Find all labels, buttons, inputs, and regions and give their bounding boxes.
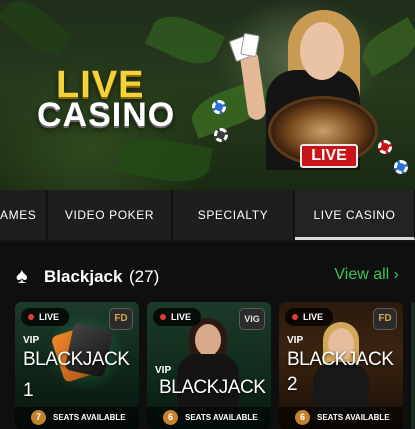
provider-logo-icon: VIG [239,308,265,330]
casino-chip-icon [394,160,408,174]
live-dot-icon [292,314,298,320]
vip-label: VIP [155,365,172,376]
vip-label: VIP [23,335,40,346]
game-card-blackjack-1[interactable]: LIVE FD VIP BLACKJACK 1 7 SEATS AVAILABL… [15,302,139,429]
hero-title-casino: CASINO [37,96,176,134]
seats-label: SEATS AVAILABLE [317,413,390,422]
blackjack-section-header: ♠ Blackjack (27) View all › [0,262,415,292]
live-tag: LIVE [21,308,70,326]
tab-video-poker[interactable]: VIDEO POKER [48,190,172,240]
live-tag: LIVE [285,308,334,326]
dealer-face [195,324,221,356]
seats-available-bar: 7 SEATS AVAILABLE [15,407,139,429]
seats-available-bar: 6 SEATS AVAILABLE [279,407,403,429]
chevron-right-icon: › [393,266,399,283]
casino-chip-icon [212,100,226,114]
view-all-label: View all [334,266,390,283]
seats-count: 6 [295,410,310,425]
view-all-link[interactable]: View all › [334,266,399,284]
game-number: 2 [287,374,298,395]
vip-label: VIP [287,335,304,346]
seats-available-bar: 6 SEATS AVAILABLE [147,407,271,429]
casino-chip-icon [214,128,228,142]
tab-specialty[interactable]: SPECIALTY [173,190,294,240]
palm-leaf-decoration [0,0,73,63]
game-card-blackjack-2[interactable]: LIVE FD VIP BLACKJACK 2 6 SEATS AVAILABL… [279,302,403,429]
live-badge: LIVE [300,144,358,168]
section-count: (27) [129,267,160,286]
game-card-partial[interactable] [411,302,415,429]
seats-count: 7 [31,410,46,425]
game-title: BLACKJACK [287,349,394,370]
section-title: Blackjack [44,267,123,286]
palm-leaf-decoration [144,7,226,73]
palm-leaf-decoration [117,132,213,188]
seats-count: 6 [163,410,178,425]
provider-logo-icon: FD [373,308,397,330]
spade-icon: ♠ [16,263,28,288]
hero-banner[interactable]: LIVE CASINO LIVE [0,0,415,190]
tab-live-casino[interactable]: LIVE CASINO [295,190,415,240]
game-card-blackjack-vig[interactable]: LIVE VIG VIP BLACKJACK 6 SEATS AVAILABLE [147,302,271,429]
game-title: BLACKJACK [159,377,266,398]
seats-label: SEATS AVAILABLE [185,413,258,422]
game-title: BLACKJACK [23,349,130,370]
category-tabs: AMES VIDEO POKER SPECIALTY LIVE CASINO [0,190,415,242]
palm-leaf-decoration [355,17,415,77]
provider-logo-icon: FD [109,308,133,330]
seats-label: SEATS AVAILABLE [53,413,126,422]
dealer-face [300,22,344,80]
game-number: 1 [23,380,34,401]
casino-chip-icon [378,140,392,154]
live-dot-icon [160,314,166,320]
live-tag: LIVE [153,308,202,326]
live-dot-icon [28,314,34,320]
tab-games[interactable]: AMES [0,190,47,240]
live-tag-label: LIVE [171,312,192,322]
live-tag-label: LIVE [39,312,60,322]
live-tag-label: LIVE [303,312,324,322]
